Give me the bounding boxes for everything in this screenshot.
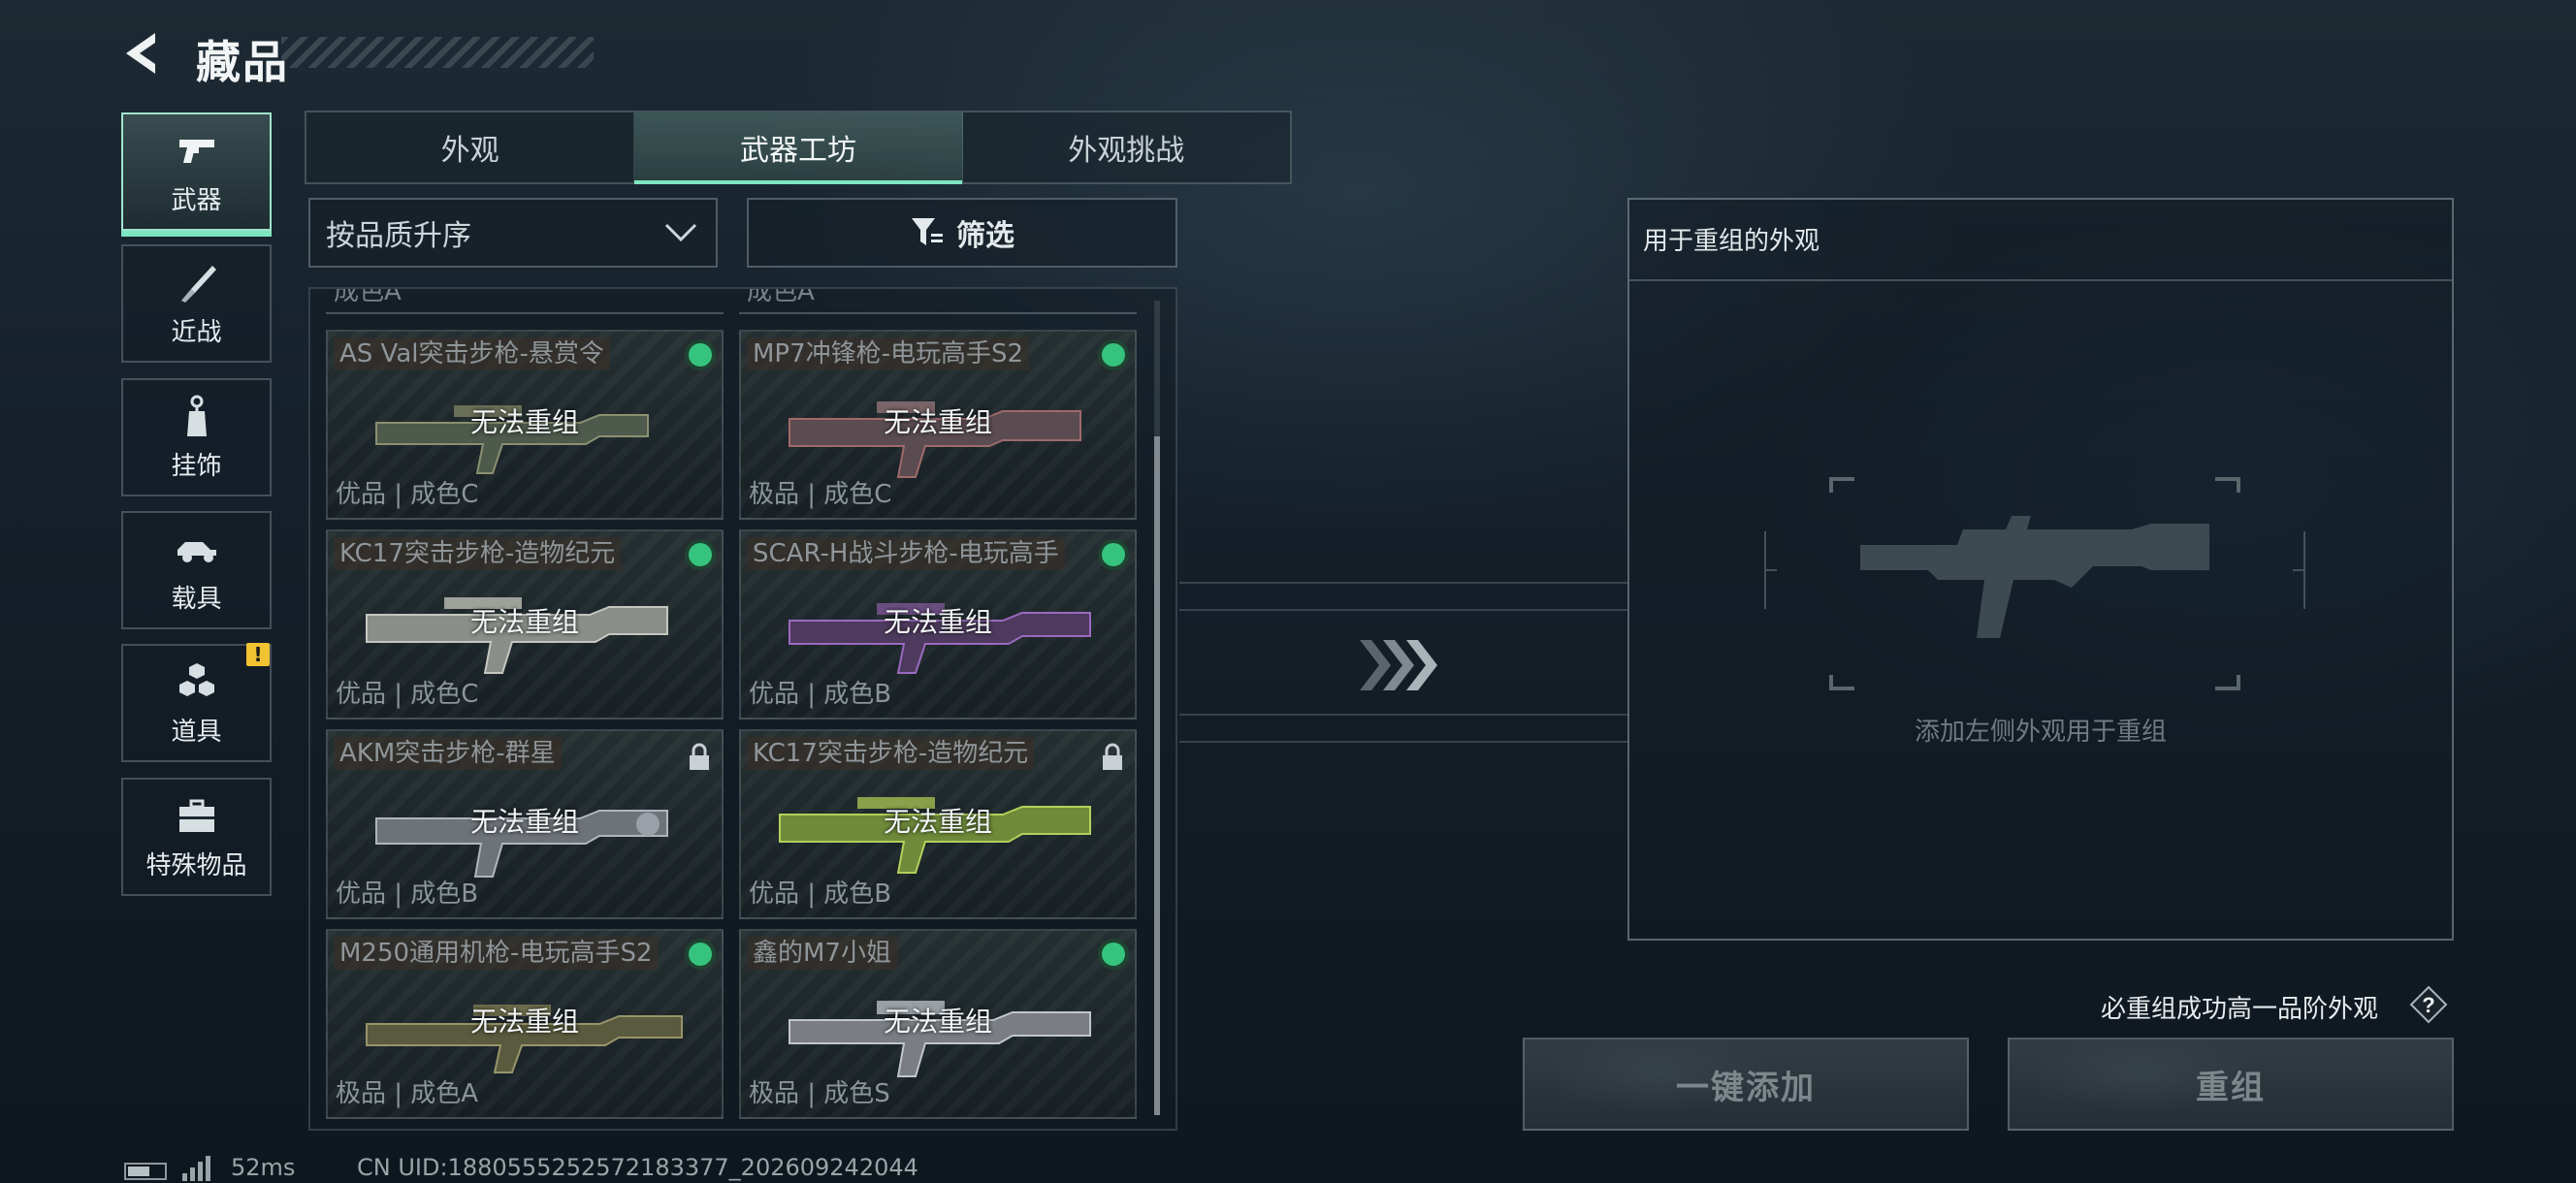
recombine-label: 重组	[2196, 1068, 2266, 1107]
notification-badge: !	[246, 643, 270, 666]
available-dot-icon	[1102, 343, 1125, 367]
skin-card[interactable]: SCAR-H战斗步枪-电玩高手 无法重组 优品 | 成色B	[739, 529, 1137, 719]
filter-button[interactable]: 筛选	[747, 198, 1177, 268]
cannot-recombine-label: 无法重组	[469, 606, 579, 638]
cannot-recombine-label: 无法重组	[883, 606, 992, 638]
available-dot-icon	[1102, 943, 1125, 966]
connector-line	[1179, 714, 1627, 716]
add-all-label: 一键添加	[1676, 1068, 1816, 1107]
svg-text:?: ?	[2422, 993, 2434, 1017]
card-quality: 极品 | 成色S	[749, 1079, 890, 1108]
triple-chevron-right-icon	[1360, 640, 1437, 690]
card-name: M250通用机枪-电玩高手S2	[334, 937, 659, 970]
cannot-recombine-label: 无法重组	[883, 806, 992, 838]
battery-icon	[124, 1163, 167, 1180]
category-label: 挂饰	[171, 451, 222, 481]
sort-dropdown[interactable]: 按品质升序	[308, 198, 718, 268]
partial-row: 成色A 成色A	[326, 289, 1137, 314]
available-dot-icon	[1102, 543, 1125, 566]
category-label: 道具	[171, 717, 222, 747]
cannot-recombine-label: 无法重组	[469, 406, 579, 438]
skin-card[interactable]: KC17突击步枪-造物纪元 无法重组 优品 | 成色B	[739, 729, 1137, 919]
lock-icon	[690, 743, 709, 770]
skin-card[interactable]: M250通用机枪-电玩高手S2 无法重组 极品 | 成色A	[326, 929, 724, 1119]
card-name: SCAR-H战斗步枪-电玩高手	[747, 537, 1065, 570]
title-decoration	[281, 37, 594, 68]
card-name: KC17突击步枪-造物纪元	[747, 737, 1035, 770]
cannot-recombine-label: 无法重组	[469, 806, 579, 838]
filter-icon	[912, 218, 943, 245]
partial-card[interactable]: 成色A	[739, 289, 1137, 314]
card-name: KC17突击步枪-造物纪元	[334, 537, 622, 570]
page-title: 藏品	[196, 36, 289, 88]
cannot-recombine-label: 无法重组	[883, 1006, 992, 1038]
available-dot-icon	[689, 943, 712, 966]
tab-appearance-challenge[interactable]: 外观挑战	[963, 112, 1290, 182]
lock-icon	[1103, 743, 1122, 770]
connector-line	[1179, 582, 1627, 584]
card-quality: 优品 | 成色B	[336, 879, 479, 909]
tab-appearance[interactable]: 外观	[306, 112, 635, 182]
recombine-button[interactable]: 重组	[2008, 1038, 2454, 1131]
card-quality: 优品 | 成色C	[336, 680, 479, 709]
filter-label: 筛选	[956, 219, 1014, 253]
card-name: AKM突击步枪-群星	[334, 737, 562, 770]
charm-icon	[186, 395, 207, 436]
card-name: MP7冲锋枪-电玩高手S2	[747, 337, 1030, 370]
category-label: 近战	[171, 317, 222, 347]
category-special-items[interactable]: 特殊物品	[121, 778, 272, 896]
knife-icon	[180, 265, 216, 303]
back-arrow-icon[interactable]	[118, 29, 167, 78]
pistol-icon	[178, 139, 214, 163]
skin-card[interactable]: 鑫的M7小姐 无法重组 极品 | 成色S	[739, 929, 1137, 1119]
cubes-icon	[178, 662, 214, 696]
recombine-slot-placeholder[interactable]	[1763, 473, 2306, 694]
category-label: 特殊物品	[145, 850, 247, 880]
skin-card[interactable]: AKM突击步枪-群星 无法重组 优品 | 成色B	[326, 729, 724, 919]
cannot-recombine-label: 无法重组	[883, 406, 992, 438]
card-name: 鑫的M7小姐	[747, 937, 897, 970]
add-hint: 添加左侧外观用于重组	[1914, 718, 2167, 747]
card-quality: 优品 | 成色B	[749, 879, 892, 909]
card-quality: 优品 | 成色B	[749, 680, 892, 709]
chevron-down-icon	[664, 223, 697, 242]
category-charms[interactable]: 挂饰	[121, 378, 272, 496]
uid-text: CN UID:1880555252572183377_202609242044	[357, 1154, 918, 1181]
skin-card[interactable]: KC17突击步枪-造物纪元 无法重组 优品 | 成色C	[326, 529, 724, 719]
help-icon[interactable]: ?	[2409, 985, 2448, 1024]
category-label: 载具	[171, 584, 222, 614]
card-quality: 极品 | 成色C	[749, 480, 892, 509]
tab-weapon-workshop[interactable]: 武器工坊	[634, 112, 963, 184]
category-label: 武器	[171, 185, 222, 215]
sort-label: 按品质升序	[326, 219, 471, 253]
tab-bar: 外观 武器工坊 外观挑战	[305, 111, 1292, 184]
ping-text: 52ms	[231, 1154, 296, 1181]
connector-line	[1179, 741, 1627, 743]
add-all-button[interactable]: 一键添加	[1523, 1038, 1969, 1131]
category-weapons[interactable]: 武器	[121, 112, 272, 237]
recombine-title: 用于重组的外观	[1643, 227, 1820, 256]
card-name: AS Val突击步枪-悬赏令	[334, 337, 610, 370]
vehicle-icon	[177, 541, 216, 562]
partial-card[interactable]: 成色A	[326, 289, 724, 314]
category-melee[interactable]: 近战	[121, 244, 272, 363]
available-dot-icon	[689, 343, 712, 367]
card-quality: 优品 | 成色C	[336, 480, 479, 509]
divider	[1629, 279, 2452, 281]
skin-card[interactable]: MP7冲锋枪-电玩高手S2 无法重组 极品 | 成色C	[739, 330, 1137, 520]
signal-icon	[182, 1156, 210, 1181]
available-dot-icon	[689, 543, 712, 566]
connector-line	[1179, 609, 1627, 611]
briefcase-icon	[178, 799, 214, 832]
scrollbar-thumb[interactable]	[1154, 436, 1160, 1115]
card-quality: 极品 | 成色A	[336, 1079, 479, 1108]
skin-card[interactable]: AS Val突击步枪-悬赏令 无法重组 优品 | 成色C	[326, 330, 724, 520]
cannot-recombine-label: 无法重组	[469, 1006, 579, 1038]
category-vehicles[interactable]: 载具	[121, 511, 272, 629]
guarantee-text: 必重组成功高一品阶外观	[2101, 995, 2379, 1024]
